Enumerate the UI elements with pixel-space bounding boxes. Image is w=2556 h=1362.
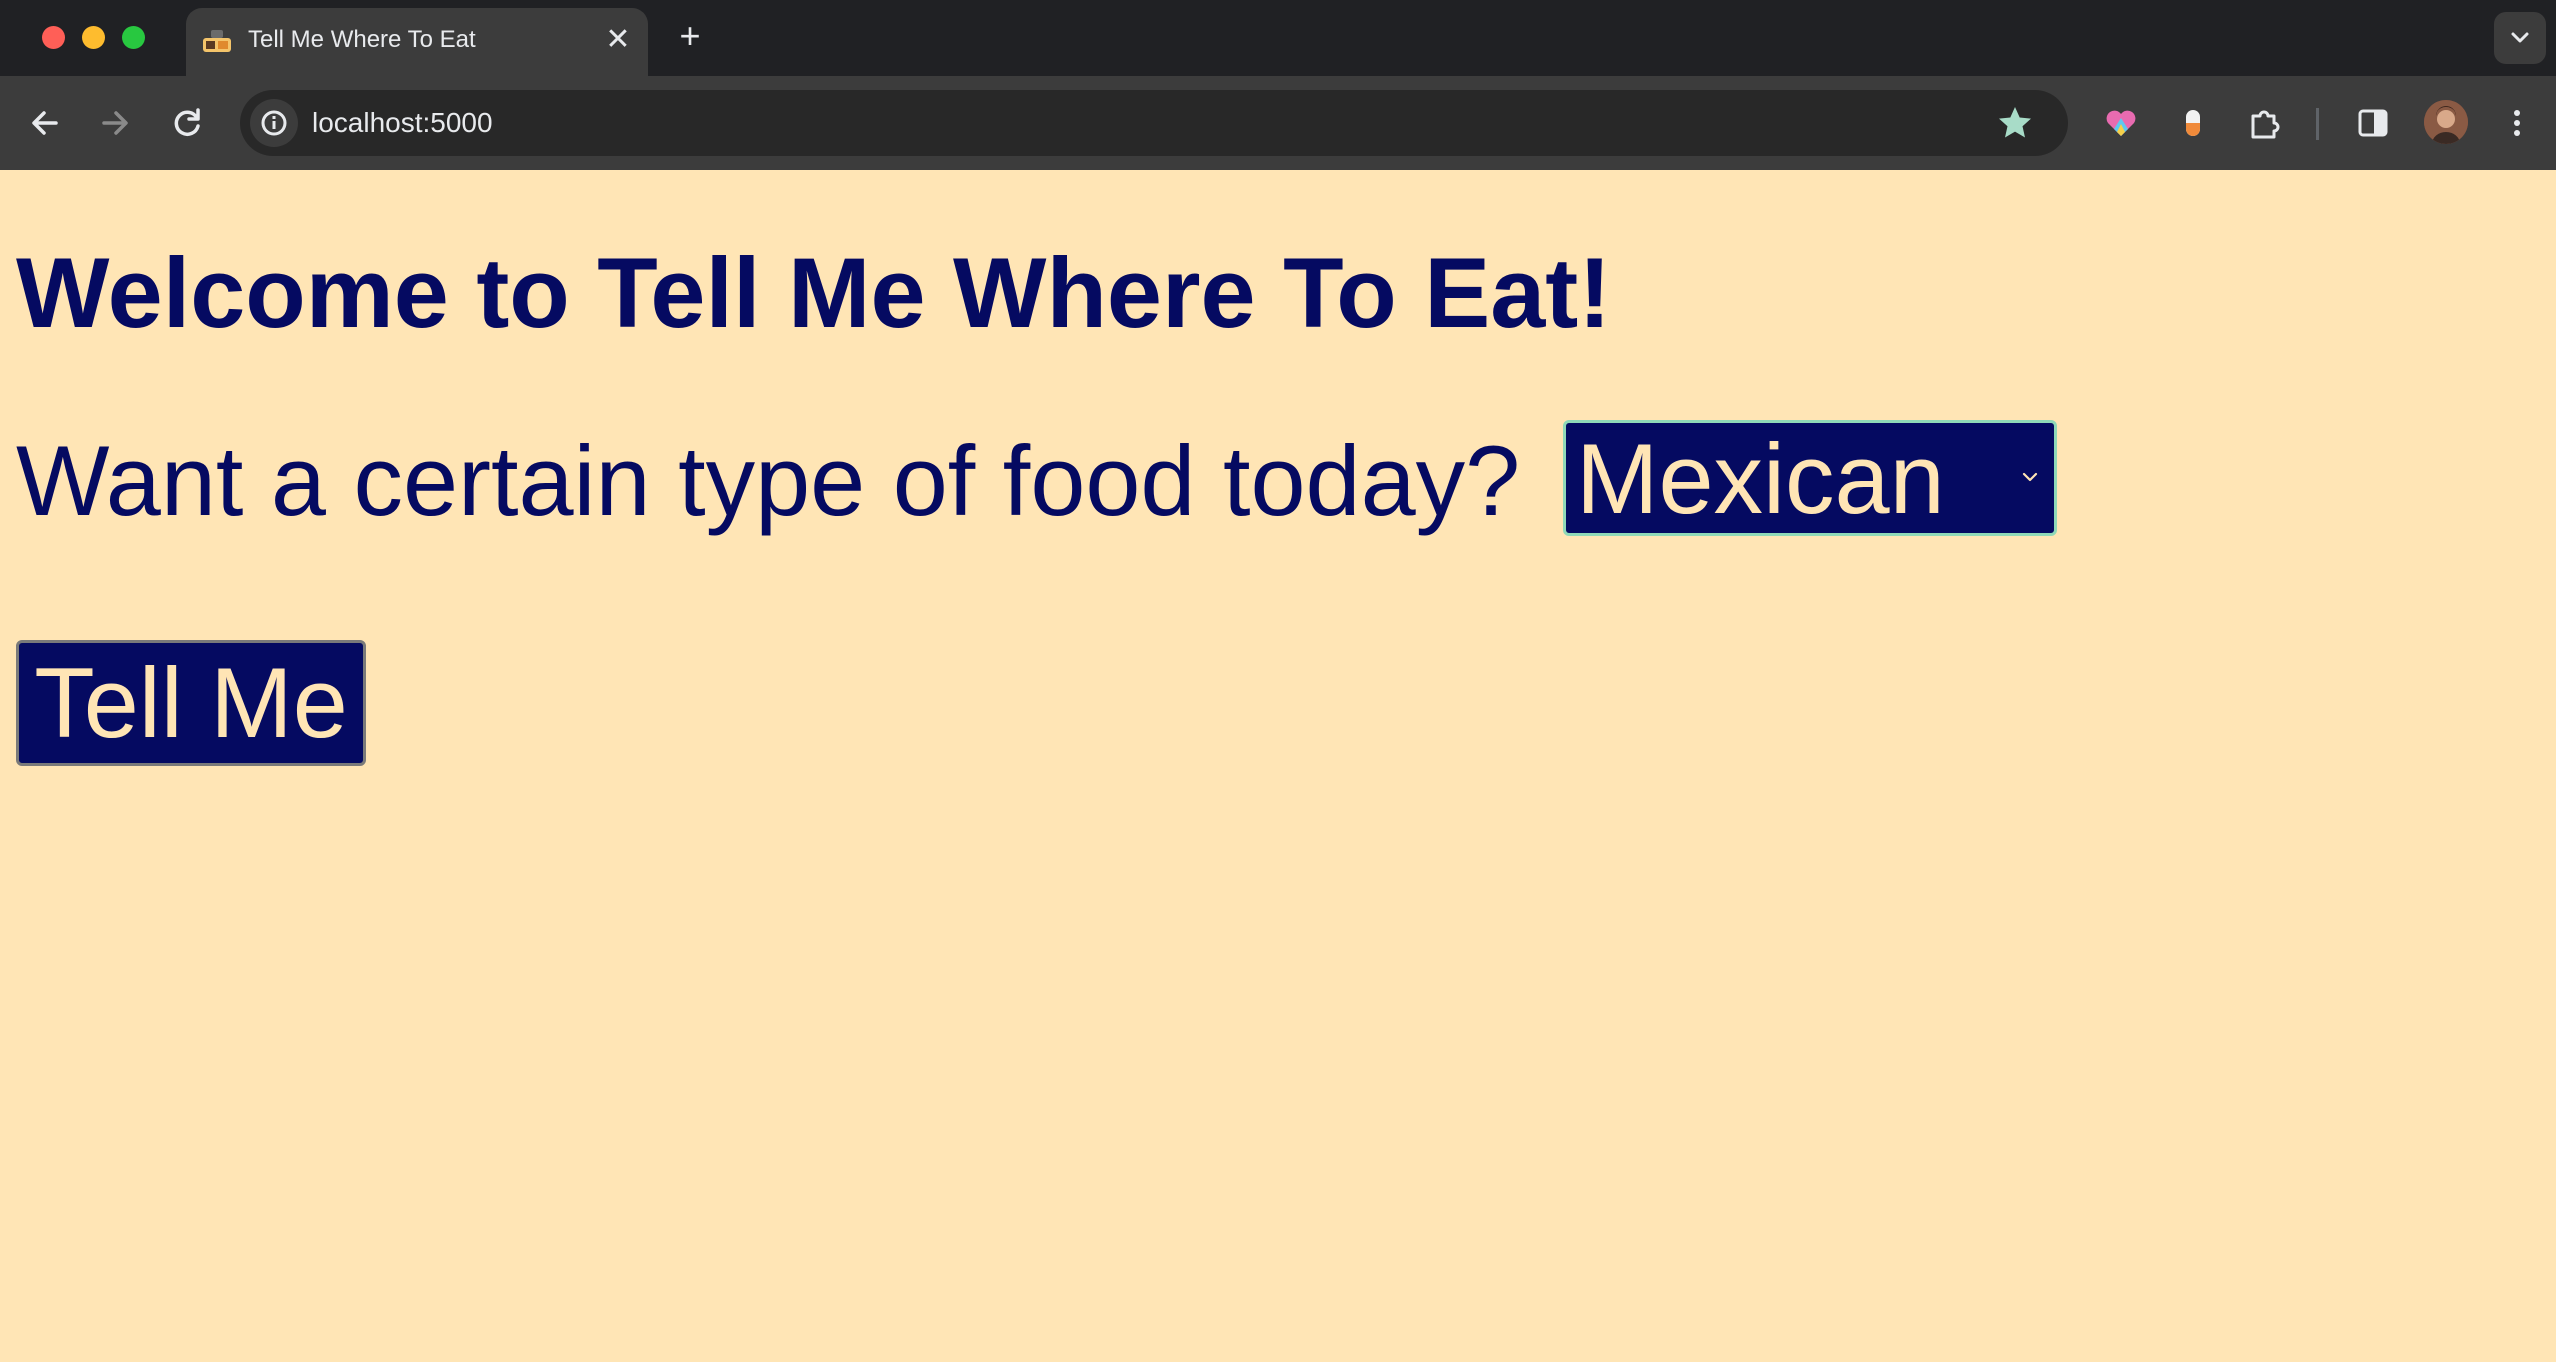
info-icon	[261, 110, 287, 136]
side-panel-icon[interactable]	[2352, 102, 2394, 144]
food-type-selected-value: Mexican	[1576, 423, 1945, 534]
tab-title: Tell Me Where To Eat	[248, 26, 476, 53]
browser-tab[interactable]: Tell Me Where To Eat ✕	[186, 8, 648, 76]
bookmark-star-icon[interactable]	[1996, 104, 2034, 142]
tab-strip: Tell Me Where To Eat ✕ +	[0, 0, 2556, 76]
close-window-button[interactable]	[42, 26, 65, 49]
tab-search-button[interactable]	[2494, 12, 2546, 64]
minimize-window-button[interactable]	[82, 26, 105, 49]
page-title: Welcome to Tell Me Where To Eat!	[16, 237, 1612, 348]
url-text: localhost:5000	[312, 107, 493, 138]
new-tab-button[interactable]: +	[668, 14, 712, 58]
food-type-prompt: Want a certain type of food today?	[16, 425, 1521, 536]
chevron-down-icon	[2511, 32, 2529, 43]
site-info-button[interactable]	[250, 99, 298, 147]
food-favicon-icon	[203, 30, 231, 52]
page-content: Welcome to Tell Me Where To Eat! Want a …	[0, 170, 2556, 1362]
reload-icon[interactable]	[162, 98, 212, 148]
avatar-image	[2424, 100, 2468, 144]
browser-toolbar: localhost:5000	[0, 76, 2556, 170]
heart-extension-icon[interactable]	[2100, 102, 2142, 144]
back-arrow-icon[interactable]	[20, 98, 70, 148]
maximize-window-button[interactable]	[122, 26, 145, 49]
tell-me-button[interactable]: Tell Me	[16, 640, 366, 766]
forward-arrow-icon[interactable]	[90, 98, 140, 148]
extensions-puzzle-icon[interactable]	[2244, 102, 2286, 144]
more-menu-icon[interactable]	[2496, 102, 2538, 144]
capsule-extension-icon[interactable]	[2172, 102, 2214, 144]
address-bar[interactable]: localhost:5000	[240, 90, 2068, 156]
chevron-down-icon	[2022, 472, 2038, 482]
toolbar-divider	[2316, 108, 2319, 140]
close-tab-icon[interactable]: ✕	[600, 22, 636, 58]
profile-avatar[interactable]	[2424, 100, 2468, 144]
food-type-select[interactable]: Mexican	[1563, 420, 2057, 536]
